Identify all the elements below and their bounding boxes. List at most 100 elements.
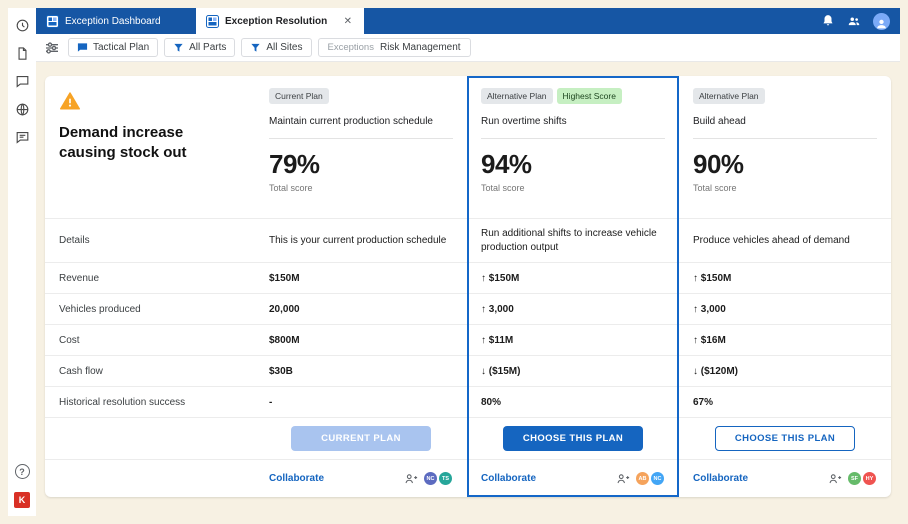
- details-value: Produce vehicles ahead of demand: [679, 218, 891, 262]
- row-label-cost: Cost: [45, 324, 255, 355]
- historical-value: 67%: [679, 386, 891, 417]
- historical-value: -: [255, 386, 467, 417]
- document-icon[interactable]: [15, 46, 30, 61]
- add-person-icon[interactable]: [616, 472, 630, 486]
- add-person-icon[interactable]: [828, 472, 842, 486]
- filter-bar: Tactical Plan All Parts All Sites Except…: [36, 34, 900, 62]
- revenue-value: ↑ $150M: [679, 262, 891, 293]
- filter-settings-icon[interactable]: [44, 40, 60, 56]
- users-icon[interactable]: [847, 14, 861, 28]
- plan-name: Build ahead: [693, 116, 877, 138]
- notifications-bell-icon[interactable]: [821, 14, 835, 28]
- comment-icon: [77, 42, 88, 53]
- divider: [693, 138, 877, 139]
- plan-header-overtime: Alternative Plan Highest Score Run overt…: [467, 76, 679, 218]
- collaborators: AB NC: [616, 471, 665, 486]
- breadcrumb[interactable]: Exceptions Risk Management: [318, 38, 471, 57]
- tab-label: Exception Resolution: [225, 16, 327, 27]
- plan-score: 90%: [693, 149, 877, 180]
- collaborate-link[interactable]: Collaborate: [481, 473, 536, 484]
- row-label-vehicles: Vehicles produced: [45, 293, 255, 324]
- cash-flow-value: ↓ ($15M): [467, 355, 679, 386]
- plan-badge: Current Plan: [269, 88, 329, 104]
- row-label-revenue: Revenue: [45, 262, 255, 293]
- empty-cell: [45, 417, 255, 459]
- row-label-cash-flow: Cash flow: [45, 355, 255, 386]
- collaborate-cell: Collaborate NC TS: [255, 459, 467, 497]
- score-label: Total score: [481, 183, 665, 193]
- cash-flow-value: $30B: [255, 355, 467, 386]
- revenue-value: ↑ $150M: [467, 262, 679, 293]
- collaborate-link[interactable]: Collaborate: [269, 473, 324, 484]
- filter-label: Tactical Plan: [93, 42, 149, 53]
- score-label: Total score: [693, 183, 877, 193]
- empty-cell: [45, 459, 255, 497]
- icon-sidebar: ? K: [8, 8, 36, 516]
- plan-score: 94%: [481, 149, 665, 180]
- collaborator-avatar[interactable]: TS: [438, 471, 453, 486]
- globe-icon[interactable]: [15, 102, 30, 117]
- vehicles-value: ↑ 3,000: [679, 293, 891, 324]
- content-area: Demand increase causing stock out Curren…: [36, 62, 900, 516]
- app-window: ? K Exception Dashboard Exception Resolu…: [8, 8, 900, 516]
- plan-badge: Alternative Plan: [481, 88, 553, 104]
- user-avatar[interactable]: [873, 13, 890, 30]
- plan-comparison-card: Demand increase causing stock out Curren…: [45, 76, 891, 497]
- collaborate-link[interactable]: Collaborate: [693, 473, 748, 484]
- tab-exception-dashboard[interactable]: Exception Dashboard: [36, 8, 196, 34]
- cost-value: ↑ $16M: [679, 324, 891, 355]
- funnel-icon: [250, 42, 261, 53]
- vehicles-value: ↑ 3,000: [467, 293, 679, 324]
- collaborator-avatar[interactable]: AB: [635, 471, 650, 486]
- score-label: Total score: [269, 183, 453, 193]
- funnel-icon: [173, 42, 184, 53]
- collaborators: NC TS: [404, 471, 453, 486]
- plan-name: Maintain current production schedule: [269, 116, 453, 138]
- divider: [269, 138, 453, 139]
- row-label-historical: Historical resolution success: [45, 386, 255, 417]
- badge-row: Alternative Plan Highest Score: [481, 88, 665, 104]
- exception-title: Demand increase causing stock out: [59, 123, 241, 162]
- details-value: Run additional shifts to increase vehicl…: [467, 218, 679, 262]
- filter-label: All Sites: [266, 42, 302, 53]
- add-person-icon[interactable]: [404, 472, 418, 486]
- collaborator-avatar[interactable]: HY: [862, 471, 877, 486]
- exception-header: Demand increase causing stock out: [45, 76, 255, 218]
- filter-label: All Parts: [189, 42, 226, 53]
- warning-icon: [59, 90, 81, 112]
- cost-value: $800M: [255, 324, 467, 355]
- feedback-icon[interactable]: [15, 130, 30, 145]
- filter-all-parts[interactable]: All Parts: [164, 38, 235, 57]
- topbar-actions: [821, 8, 900, 34]
- vehicles-value: 20,000: [255, 293, 467, 324]
- filter-all-sites[interactable]: All Sites: [241, 38, 311, 57]
- badge-row: Alternative Plan: [693, 88, 877, 104]
- collaborator-avatar[interactable]: SF: [847, 471, 862, 486]
- plan-name: Run overtime shifts: [481, 116, 665, 138]
- tab-label: Exception Dashboard: [65, 16, 161, 27]
- collaborator-avatar[interactable]: NC: [423, 471, 438, 486]
- highest-score-badge: Highest Score: [557, 88, 622, 104]
- k-logo-badge[interactable]: K: [14, 492, 30, 508]
- collaborator-avatar[interactable]: NC: [650, 471, 665, 486]
- tab-exception-resolution[interactable]: Exception Resolution ✕: [196, 8, 364, 34]
- choose-plan-button[interactable]: CHOOSE THIS PLAN: [503, 426, 643, 451]
- main-area: Exception Dashboard Exception Resolution…: [36, 8, 900, 516]
- cash-flow-value: ↓ ($120M): [679, 355, 891, 386]
- revenue-value: $150M: [255, 262, 467, 293]
- chat-icon[interactable]: [15, 74, 30, 89]
- current-plan-button[interactable]: CURRENT PLAN: [291, 426, 431, 451]
- details-value: This is your current production schedule: [255, 218, 467, 262]
- breadcrumb-page: Risk Management: [380, 42, 461, 53]
- topbar: Exception Dashboard Exception Resolution…: [36, 8, 900, 34]
- help-icon[interactable]: ?: [15, 464, 30, 479]
- collaborate-cell: Collaborate AB NC: [467, 459, 679, 497]
- badge-row: Current Plan: [269, 88, 453, 104]
- collaborators: SF HY: [828, 471, 877, 486]
- cost-value: ↑ $11M: [467, 324, 679, 355]
- filter-tactical-plan[interactable]: Tactical Plan: [68, 38, 158, 57]
- choose-plan-button[interactable]: CHOOSE THIS PLAN: [715, 426, 855, 451]
- resolution-tab-icon: [206, 15, 219, 28]
- history-icon[interactable]: [15, 18, 30, 33]
- close-tab-icon[interactable]: ✕: [342, 16, 354, 27]
